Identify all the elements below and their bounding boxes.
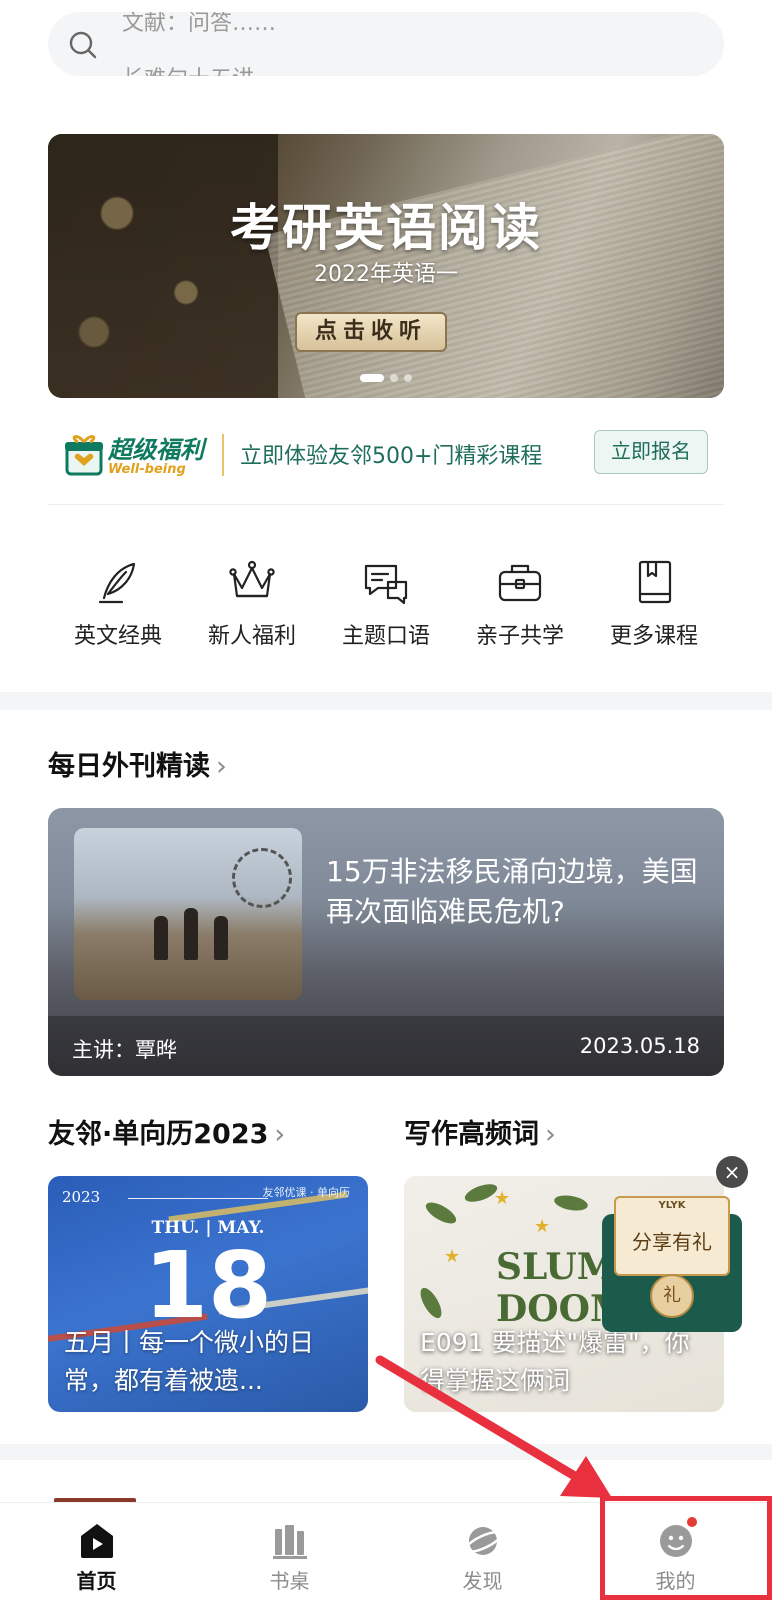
quick-link-newcomer[interactable]: 新人福利 xyxy=(200,556,304,666)
tab-desk[interactable]: 书桌 xyxy=(193,1503,386,1600)
promo-banner[interactable]: 考研英语阅读 2022年英语一 点击收听 xyxy=(48,134,724,398)
quick-link-label: 英文经典 xyxy=(73,624,162,649)
quick-link-label: 主题口语 xyxy=(341,624,430,649)
tab-label: 书桌 xyxy=(269,1569,310,1593)
annotation-highlight-box xyxy=(600,1496,772,1600)
article-footer: 主讲：覃晔 2023.05.18 xyxy=(48,1016,724,1076)
thumbnail-figure xyxy=(214,916,228,960)
quick-link-family[interactable]: 亲子共学 xyxy=(468,556,572,666)
section-title: 友邻·单向历2023 xyxy=(48,1119,269,1150)
share-text: 分享有礼 xyxy=(632,1230,712,1254)
divider xyxy=(48,504,724,505)
banner-dot xyxy=(390,374,398,382)
quick-link-label: 亲子共学 xyxy=(475,624,564,649)
welfare-logo-subtitle: Well-being xyxy=(108,462,186,477)
bookshelf-icon xyxy=(272,1525,307,1559)
quick-link-label: 新人福利 xyxy=(207,624,296,649)
article-title: 15万非法移民涌向边境，美国再次面临难民危机? xyxy=(326,855,698,928)
signup-now-button[interactable]: 立即报名 xyxy=(594,430,708,474)
calendar-year: 2023 xyxy=(62,1188,101,1206)
search-icon xyxy=(69,31,97,59)
banner-dot xyxy=(404,374,412,382)
share-tag: YLYK xyxy=(658,1200,686,1211)
tab-discover[interactable]: 发现 xyxy=(386,1503,579,1600)
calendar-day-number: 18 xyxy=(143,1232,273,1339)
calendar-header[interactable]: 友邻·单向历2023 › xyxy=(48,1112,285,1151)
star-decoration: ★ xyxy=(494,1188,511,1209)
section-separator xyxy=(0,1444,772,1460)
thumbnail-figure xyxy=(154,916,168,960)
home-play-icon xyxy=(80,1524,113,1558)
daily-article-card[interactable]: 15万非法移民涌向边境，美国再次面临难民危机? 主讲：覃晔 2023.05.18 xyxy=(48,808,724,1076)
section-title: 每日外刊精读 xyxy=(48,751,210,782)
leaf-decoration xyxy=(553,1193,589,1213)
calendar-card[interactable]: 2023 友邻优课 · 单向历 THU. | MAY. 18 五月丨每一个微小的… xyxy=(48,1176,368,1412)
banner-listen-button[interactable]: 点击收听 xyxy=(295,312,447,352)
leaf-decoration xyxy=(422,1198,460,1228)
chevron-right-icon: › xyxy=(274,1119,286,1150)
section-separator xyxy=(0,692,772,710)
search-hint-current: 长难句十五讲 xyxy=(122,52,276,76)
search-rolling-hint: 文献：问答…… 长难句十五讲 xyxy=(122,12,276,76)
book-icon xyxy=(638,560,672,604)
share-gift-widget[interactable]: YLYK 分享有礼 礼 xyxy=(602,1196,742,1334)
tab-home[interactable]: 首页 xyxy=(0,1503,193,1600)
quick-links: 英文经典 新人福利 主题口语 亲子共学 更多课程 xyxy=(48,556,724,666)
share-card: YLYK 分享有礼 xyxy=(614,1196,730,1276)
search-hint-prev: 文献：问答…… xyxy=(122,12,277,36)
gift-seal-icon: 礼 xyxy=(650,1274,694,1318)
article-thumbnail xyxy=(74,828,302,1000)
close-icon[interactable]: × xyxy=(716,1156,748,1188)
article-speaker: 主讲：覃晔 xyxy=(72,1038,177,1062)
gift-icon xyxy=(65,435,103,476)
quill-icon xyxy=(98,562,136,604)
article-date: 2023.05.18 xyxy=(579,1034,700,1058)
quick-link-more-courses[interactable]: 更多课程 xyxy=(602,556,706,666)
thumbnail-figure xyxy=(184,908,198,960)
tab-label: 首页 xyxy=(76,1569,117,1593)
calendar-brand: 友邻优课 · 单向历 xyxy=(262,1186,351,1199)
calendar-rule xyxy=(128,1198,268,1199)
star-decoration: ★ xyxy=(534,1216,551,1237)
banner-dot-active xyxy=(360,374,384,382)
welfare-logo: 超级福利 Well-being xyxy=(64,430,204,484)
briefcase-icon xyxy=(498,564,542,602)
leaf-decoration xyxy=(416,1284,446,1322)
crown-icon xyxy=(229,560,275,598)
quick-link-classics[interactable]: 英文经典 xyxy=(66,556,170,666)
writing-words-header[interactable]: 写作高频词 › xyxy=(404,1112,556,1151)
thumbnail-wire-coil xyxy=(232,848,292,908)
welfare-text[interactable]: 立即体验友邻500+门精彩课程 xyxy=(240,438,542,470)
planet-icon xyxy=(464,1527,502,1555)
calendar-caption: 五月丨每一个微小的日常，都有着被遗... xyxy=(64,1328,315,1395)
welfare-logo-title: 超级福利 xyxy=(108,436,204,464)
search-bar[interactable]: 文献：问答…… 长难句十五讲 xyxy=(48,12,724,76)
quick-link-speaking[interactable]: 主题口语 xyxy=(334,556,438,666)
welfare-promo-row[interactable]: 超级福利 Well-being 立即体验友邻500+门精彩课程 立即报名 xyxy=(48,418,724,508)
writing-caption: E091 要描述"爆雷"，你得掌握这俩词 xyxy=(420,1328,690,1395)
section-title: 写作高频词 xyxy=(404,1119,539,1150)
star-decoration: ★ xyxy=(444,1246,461,1267)
chat-bubbles-icon xyxy=(364,564,408,605)
chevron-right-icon: › xyxy=(545,1119,556,1150)
welfare-divider xyxy=(222,434,224,476)
banner-title: 考研英语阅读 xyxy=(230,198,542,257)
banner-subtitle: 2022年英语一 xyxy=(314,262,458,287)
tab-label: 发现 xyxy=(462,1569,503,1593)
quick-link-label: 更多课程 xyxy=(609,624,698,649)
banner-pagination xyxy=(48,374,724,382)
daily-reading-header[interactable]: 每日外刊精读 › xyxy=(48,744,227,783)
chevron-right-icon: › xyxy=(216,751,227,782)
